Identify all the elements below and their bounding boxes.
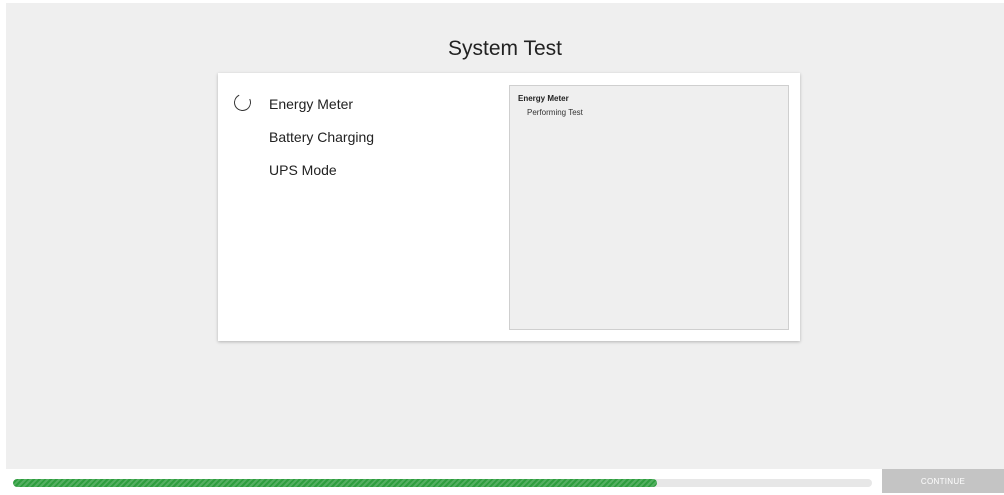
test-label: Battery Charging [269,129,375,145]
test-item-ups-mode: UPS Mode [234,159,494,192]
test-log-panel: Energy Meter Performing Test [509,85,789,330]
log-title: Energy Meter [518,94,569,103]
main-page: System Test Energy Meter Battery Chargin… [6,3,1004,469]
continue-button[interactable]: CONTINUE [882,469,1004,493]
test-list: Energy Meter Battery Charging UPS Mode [231,91,494,192]
log-line: Performing Test [527,108,583,117]
bottom-bar: CONTINUE [0,469,1004,493]
test-item-energy-meter: Energy Meter [231,91,494,126]
spinner-icon [231,91,254,114]
progress-fill [13,479,658,487]
test-item-battery-charging: Battery Charging [234,126,494,159]
page-title: System Test [448,37,562,60]
system-test-card: Energy Meter Battery Charging UPS Mode E… [218,73,800,341]
test-label: UPS Mode [269,162,337,178]
test-label: Energy Meter [269,96,354,112]
progress-bar [13,479,872,487]
